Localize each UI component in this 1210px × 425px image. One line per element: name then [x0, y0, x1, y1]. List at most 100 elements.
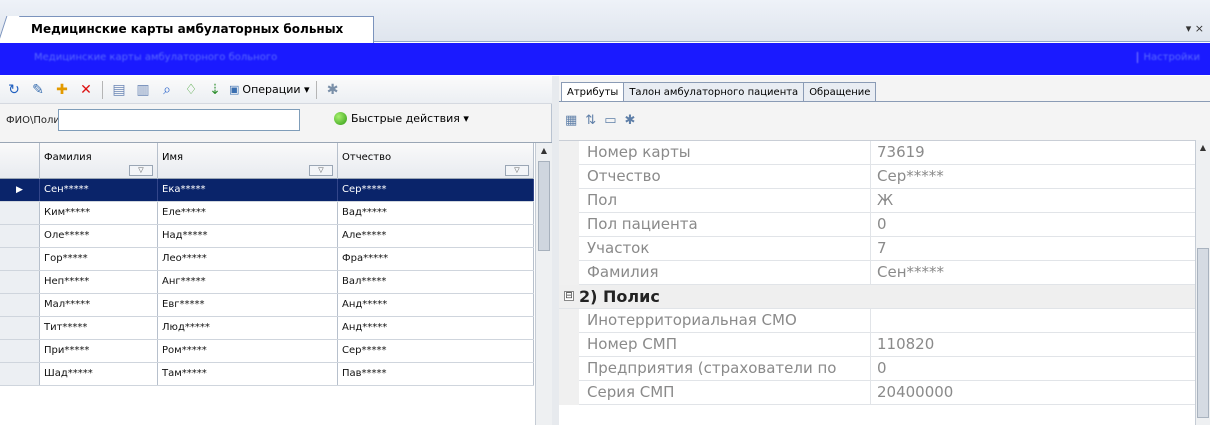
cell-surname[interactable]: Мал***** [40, 294, 158, 316]
property-category-policy[interactable]: ⊟ 2) Полис [559, 285, 1195, 309]
property-row[interactable]: Пол Ж [559, 189, 1195, 213]
table-row[interactable]: Неп***** Анг***** Вал***** [0, 271, 534, 294]
property-value[interactable]: 110820 [875, 333, 1195, 357]
property-row[interactable]: Номер СМП 110820 [559, 333, 1195, 357]
cell-name[interactable]: Люд***** [158, 317, 338, 339]
cell-name[interactable]: Над***** [158, 225, 338, 247]
property-value[interactable]: 73619 [875, 141, 1195, 165]
column-filter-icon[interactable]: ▽ [309, 165, 333, 176]
delete-icon[interactable]: ✕ [76, 80, 96, 100]
property-value[interactable]: Сен***** [875, 261, 1195, 285]
tab-appeal[interactable]: Обращение [803, 82, 877, 102]
row-margin [559, 261, 579, 285]
save-icon[interactable]: ▤ [109, 80, 129, 100]
categorized-view-icon[interactable]: ▦ [565, 113, 577, 128]
column-filter-icon[interactable]: ▽ [505, 165, 529, 176]
cell-name[interactable]: Анг***** [158, 271, 338, 293]
cell-patronymic[interactable]: Але***** [338, 225, 534, 247]
property-value[interactable]: 20400000 [875, 381, 1195, 405]
settings-icon[interactable]: ✱ [323, 80, 343, 100]
export-icon[interactable]: ⇣ [205, 80, 225, 100]
cell-name[interactable]: Еле***** [158, 202, 338, 224]
tab-strip-controls[interactable]: ▾ × [1186, 22, 1204, 35]
cell-surname[interactable]: Шад***** [40, 363, 158, 385]
cell-name[interactable]: Лео***** [158, 248, 338, 270]
grid-scrollbar[interactable]: ▲ [535, 143, 552, 425]
scroll-up-icon[interactable]: ▲ [1197, 142, 1209, 154]
property-row[interactable]: Предприятия (страхователи по 0 [559, 357, 1195, 381]
cell-surname[interactable]: Гор***** [40, 248, 158, 270]
edit-icon[interactable]: ✎ [28, 80, 48, 100]
sort-alphabetical-icon[interactable]: ⇅ [585, 113, 596, 128]
cell-name[interactable]: Ром***** [158, 340, 338, 362]
tab-outpatient-coupon[interactable]: Талон амбулаторного пациента [623, 82, 805, 102]
property-row[interactable]: Фамилия Сен***** [559, 261, 1195, 285]
cell-patronymic[interactable]: Пав***** [338, 363, 534, 385]
print-icon[interactable]: ▥ [133, 80, 153, 100]
property-value[interactable]: 0 [875, 357, 1195, 381]
scroll-thumb[interactable] [538, 161, 550, 251]
cell-name[interactable]: Там***** [158, 363, 338, 385]
property-row[interactable]: Отчество Сер***** [559, 165, 1195, 189]
property-value[interactable]: Сер***** [875, 165, 1195, 189]
settings-icon[interactable]: ✱ [625, 113, 636, 128]
operations-menu[interactable]: ▣ Операции ▾ [229, 83, 310, 96]
cell-patronymic[interactable]: Сер***** [338, 179, 534, 201]
cell-patronymic[interactable]: Сер***** [338, 340, 534, 362]
records-grid: Фамилия ▽ Имя ▽ Отчество ▽ ▶ Сен***** Ек… [0, 142, 552, 425]
find-icon[interactable]: ⌕ [157, 80, 177, 100]
property-row[interactable]: Номер карты 73619 [559, 141, 1195, 165]
scroll-up-icon[interactable]: ▲ [537, 144, 551, 158]
table-row[interactable]: ▶ Сен***** Ека***** Сер***** [0, 179, 534, 202]
property-value[interactable] [875, 309, 1195, 333]
table-row[interactable]: При***** Ром***** Сер***** [0, 340, 534, 363]
add-icon[interactable]: ✚ [52, 80, 72, 100]
property-value[interactable]: Ж [875, 189, 1195, 213]
table-row[interactable]: Мал***** Евг***** Анд***** [0, 294, 534, 317]
cell-patronymic[interactable]: Вад***** [338, 202, 534, 224]
cell-patronymic[interactable]: Анд***** [338, 294, 534, 316]
property-row[interactable]: Пол пациента 0 [559, 213, 1195, 237]
column-header-patronymic[interactable]: Отчество ▽ [338, 143, 534, 179]
operations-icon: ▣ [229, 83, 240, 96]
column-filter-icon[interactable]: ▽ [129, 165, 153, 176]
table-row[interactable]: Оле***** Над***** Але***** [0, 225, 534, 248]
property-value[interactable]: 0 [875, 213, 1195, 237]
cell-surname[interactable]: Сен***** [40, 179, 158, 201]
property-scrollbar[interactable]: ▲ [1195, 140, 1210, 425]
cell-patronymic[interactable]: Фра***** [338, 248, 534, 270]
column-header-name[interactable]: Имя ▽ [158, 143, 338, 179]
column-header-surname[interactable]: Фамилия ▽ [40, 143, 158, 179]
cell-surname[interactable]: Неп***** [40, 271, 158, 293]
cell-patronymic[interactable]: Анд***** [338, 317, 534, 339]
property-value[interactable]: 7 [875, 237, 1195, 261]
search-input[interactable] [58, 109, 300, 131]
collapse-icon[interactable]: ⊟ [564, 291, 574, 301]
property-row[interactable]: Инотерриториальная СМО [559, 309, 1195, 333]
property-pages-icon[interactable]: ▭ [604, 113, 616, 128]
cell-name[interactable]: Ека***** [158, 179, 338, 201]
tab-attributes[interactable]: Атрибуты [561, 82, 625, 102]
row-indicator [0, 294, 40, 316]
cell-surname[interactable]: Тит***** [40, 317, 158, 339]
banner-settings-link[interactable]: Настройки [1136, 52, 1200, 63]
property-row[interactable]: Серия СМП 20400000 [559, 381, 1195, 405]
cell-surname[interactable]: При***** [40, 340, 158, 362]
cell-surname[interactable]: Ким***** [40, 202, 158, 224]
property-row[interactable]: Участок 7 [559, 237, 1195, 261]
quick-actions-button[interactable]: Быстрые действия ▾ [334, 112, 469, 125]
toolbar-separator [102, 80, 103, 99]
scroll-thumb[interactable] [1197, 248, 1209, 418]
table-row[interactable]: Гор***** Лео***** Фра***** [0, 248, 534, 271]
panel-splitter[interactable] [552, 76, 559, 425]
document-tab[interactable]: Медицинские карты амбулаторных больных [8, 16, 374, 43]
cell-patronymic[interactable]: Вал***** [338, 271, 534, 293]
refresh-icon[interactable]: ↻ [4, 80, 24, 100]
table-row[interactable]: Тит***** Люд***** Анд***** [0, 317, 534, 340]
cell-surname[interactable]: Оле***** [40, 225, 158, 247]
table-row[interactable]: Ким***** Еле***** Вад***** [0, 202, 534, 225]
table-row[interactable]: Шад***** Там***** Пав***** [0, 363, 534, 386]
details-panel: Атрибуты Талон амбулаторного пациента Об… [559, 76, 1210, 425]
filter-icon[interactable]: ♢ [181, 80, 201, 100]
cell-name[interactable]: Евг***** [158, 294, 338, 316]
